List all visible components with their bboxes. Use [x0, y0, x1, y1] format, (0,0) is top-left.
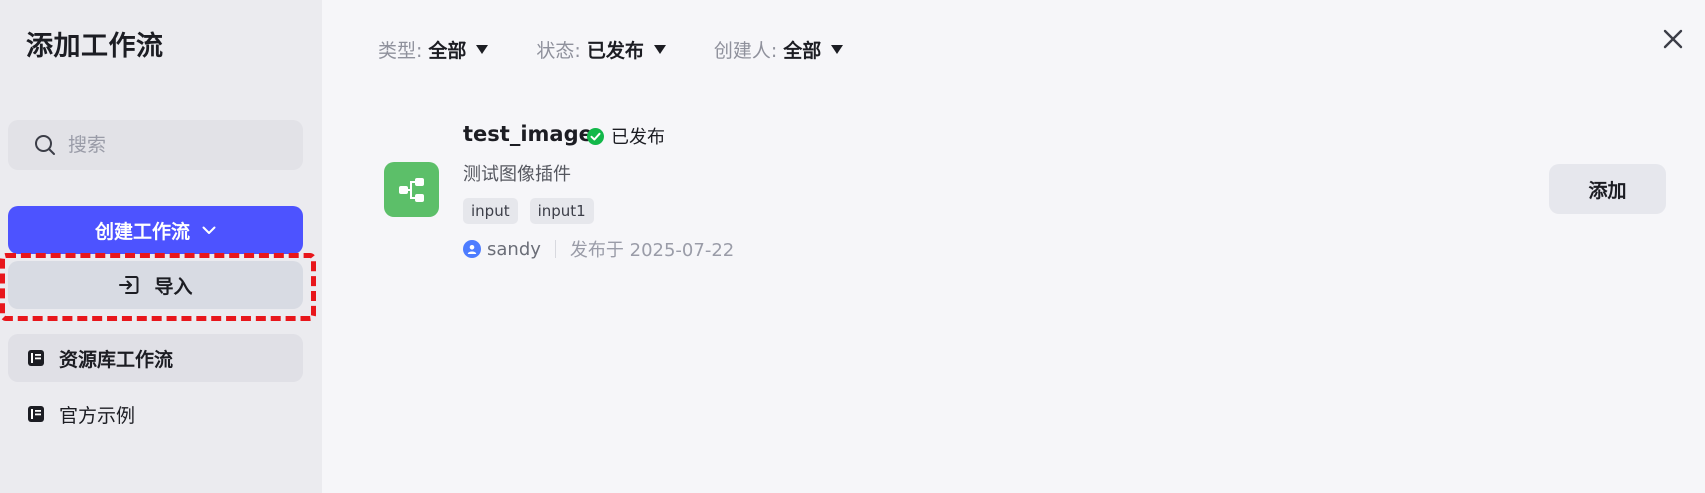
workflow-icon: [384, 162, 439, 217]
dialog-title: 添加工作流: [26, 31, 164, 62]
filter-value: 全部: [783, 40, 822, 62]
author-name: sandy: [487, 238, 541, 260]
caret-down-icon: [831, 45, 844, 54]
divider: [554, 240, 556, 258]
avatar: [463, 240, 481, 258]
import-button[interactable]: 导入: [8, 261, 303, 309]
create-workflow-label: 创建工作流: [94, 220, 190, 243]
filter-bar: 类型: 全部 状态: 已发布 创建人: 全部: [378, 36, 891, 63]
nav-item-official-examples[interactable]: 官方示例: [8, 390, 303, 438]
search-icon: [34, 133, 58, 157]
workflow-name: test_image: [463, 122, 593, 146]
tag: input1: [529, 198, 594, 224]
workflow-card: test_image 已发布 测试图像插件 input input1 sandy…: [384, 120, 1674, 270]
tag: input: [463, 198, 518, 224]
library-icon: [27, 349, 45, 367]
create-workflow-button[interactable]: 创建工作流: [8, 206, 303, 254]
search-box[interactable]: [8, 120, 303, 170]
import-label: 导入: [154, 275, 193, 298]
workflow-meta: sandy 发布于 2025-07-22: [463, 236, 734, 262]
sidebar: 添加工作流 创建工作流 导入 资源库工作流 官方示例: [0, 0, 322, 493]
nav-item-label: 资源库工作流: [59, 348, 174, 371]
filter-value: 全部: [428, 40, 467, 62]
chevron-down-icon: [202, 226, 216, 235]
user-icon: [467, 245, 477, 254]
caret-down-icon: [476, 45, 489, 54]
close-icon: [1663, 29, 1683, 53]
nav-item-library-workflows[interactable]: 资源库工作流: [8, 334, 303, 382]
check-circle-icon: [587, 127, 604, 145]
filter-type[interactable]: 类型: 全部: [378, 36, 489, 63]
filter-label: 状态:: [536, 40, 581, 62]
nav-item-label: 官方示例: [59, 404, 136, 427]
caret-down-icon: [653, 45, 666, 54]
status-text: 已发布: [611, 127, 665, 148]
tag-list: input input1: [463, 198, 606, 224]
filter-status[interactable]: 状态: 已发布: [536, 36, 666, 63]
publish-date: 发布于 2025-07-22: [569, 240, 735, 261]
search-input[interactable]: [68, 134, 268, 156]
filter-label: 类型:: [378, 40, 423, 62]
close-button[interactable]: [1660, 28, 1686, 54]
workflow-description: 测试图像插件: [463, 164, 571, 185]
filter-value: 已发布: [586, 40, 644, 62]
import-icon: [118, 274, 140, 296]
filter-creator[interactable]: 创建人: 全部: [713, 36, 844, 63]
status-badge: 已发布: [587, 123, 665, 149]
add-workflow-button[interactable]: 添加: [1549, 164, 1666, 214]
library-icon: [27, 405, 45, 423]
filter-label: 创建人:: [713, 40, 778, 62]
